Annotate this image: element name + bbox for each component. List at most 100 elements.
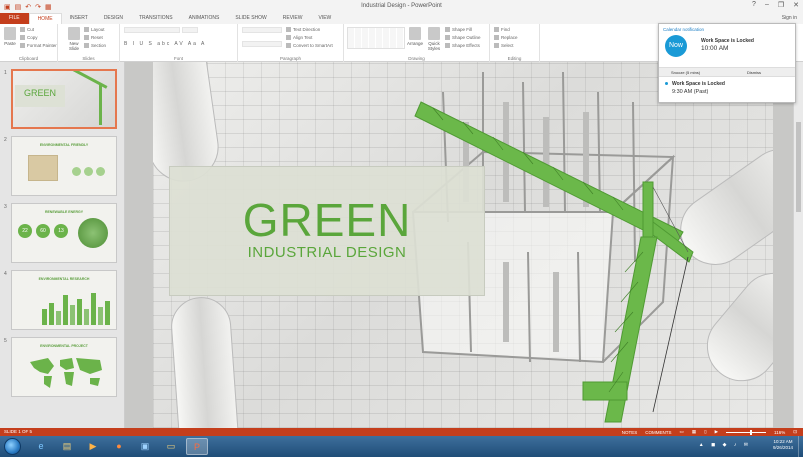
bullet-icon [665,82,668,85]
tab-file[interactable]: FILE [0,13,29,24]
shape-effects-button[interactable]: Shape Effects [445,43,480,49]
media-player-icon[interactable]: ▶ [82,438,104,455]
new-slide-button[interactable]: New Slide [66,27,82,51]
window-title: Industrial Design - PowerPoint [361,3,442,9]
comments-button[interactable]: COMMENTS [645,430,671,435]
close-button[interactable]: ✕ [793,1,799,9]
notification-item[interactable]: Work Space is Locked 9:30 AM (Past) [659,78,795,102]
slide-thumbnail-4[interactable]: ENVIRONMENTAL RESEARCH [11,270,117,330]
shape-outline-button[interactable]: Shape Outline [445,35,481,41]
zoom-slider[interactable] [726,429,767,435]
shape-outline-icon [445,35,450,41]
dismiss-button[interactable]: Dismiss [747,70,761,75]
font-format-icons[interactable]: B I U S abc AV Aa A [124,41,206,47]
clipboard-group: Paste Cut Copy Format Painter Clipboard [0,24,58,62]
file-explorer-icon[interactable]: ▤ [56,438,78,455]
layout-button[interactable]: Layout [84,27,105,33]
vertical-scrollbar[interactable] [793,62,803,428]
zoom-slider-knob[interactable] [750,429,753,435]
notes-button[interactable]: NOTES [622,430,638,435]
copy-button[interactable]: Copy [20,35,38,41]
help-button[interactable]: ? [752,1,756,9]
layout-icon [84,27,89,33]
scrollbar-thumb[interactable] [796,122,801,212]
font-name-select[interactable] [124,27,180,33]
tab-home[interactable]: HOME [28,13,62,24]
show-desktop-button[interactable] [798,436,803,457]
paragraph-group: Text Direction Align Text Convert to Sma… [238,24,344,62]
tab-review[interactable]: REVIEW [275,13,311,24]
slide-number: 4 [4,271,7,277]
slide-thumbnail-1[interactable]: GREEN [11,69,117,129]
firefox-icon[interactable]: ● [108,438,130,455]
shapes-gallery[interactable] [347,27,405,49]
stat-circle: 60 [36,224,50,238]
tab-insert[interactable]: INSERT [62,13,96,24]
normal-view-icon[interactable]: ▭ [680,429,684,435]
bullets-toolbar[interactable] [242,27,282,33]
slide-subtitle[interactable]: INDUSTRIAL DESIGN [170,244,484,261]
start-button[interactable] [4,438,21,455]
tab-animations[interactable]: ANIMATIONS [181,13,228,24]
thumb-title: ENVIRONMENTAL PROJECT [40,344,88,348]
find-icon [494,27,499,33]
font-size-select[interactable] [182,27,198,33]
folder-icon[interactable]: ▭ [160,438,182,455]
zoom-level[interactable]: 116% [774,430,785,435]
slide-sorter-icon[interactable]: ▦ [692,429,696,435]
slide-title[interactable]: GREEN [170,193,484,247]
text-direction-button[interactable]: Text Direction [286,27,320,33]
arrange-icon [409,27,421,40]
reset-button[interactable]: Reset [84,35,103,41]
shape-fill-button[interactable]: Shape Fill [445,27,472,33]
blueprint-roll-graphic [169,295,241,428]
house-graphic [28,155,58,181]
powerpoint-icon[interactable]: P [186,438,208,455]
slide-thumbnail-3[interactable]: RENEWABLE ENERGY 22 60 13 [11,203,117,263]
convert-smartart-button[interactable]: Convert to SmartArt [286,43,333,49]
drawing-group: Arrange Quick Styles Shape Fill Shape Ou… [344,24,490,62]
crane-graphic [72,71,108,89]
notification-time: 10:00 AM [701,45,729,52]
format-painter-icon [20,43,25,49]
cut-button[interactable]: Cut [20,27,34,33]
reading-view-icon[interactable]: ▯ [704,429,706,435]
font-group: B I U S abc AV Aa A Font [120,24,238,62]
tab-view[interactable]: VIEW [311,13,340,24]
stat-circle: 13 [54,224,68,238]
windows-taskbar: e ▤ ▶ ● ▣ ▭ P ▲ ◼ ◆ ♪ ✉ 10:22 AM 9/26/20… [0,436,803,457]
smartart-icon [286,43,291,49]
replace-button[interactable]: Replace [494,35,518,41]
alignment-toolbar[interactable] [242,41,282,47]
format-painter-button[interactable]: Format Painter [20,43,57,49]
section-button[interactable]: Section [84,43,106,49]
clock[interactable]: 10:22 AM 9/26/2014 [773,439,793,451]
maximize-button[interactable]: ❐ [778,1,784,9]
internet-explorer-icon[interactable]: e [30,438,52,455]
minimize-button[interactable]: – [765,1,769,9]
tab-slide-show[interactable]: SLIDE SHOW [227,13,274,24]
sign-in-link[interactable]: Sign in [782,15,797,21]
find-button[interactable]: Find [494,27,510,33]
quick-styles-button[interactable]: Quick Styles [426,27,442,51]
system-tray[interactable]: ▲ ◼ ◆ ♪ ✉ [699,442,751,448]
tab-design[interactable]: DESIGN [96,13,131,24]
slide-title-placeholder[interactable]: GREEN INDUSTRIAL DESIGN [169,166,485,296]
slide-number: 1 [4,70,7,76]
align-text-button[interactable]: Align Text [286,35,312,41]
paste-button[interactable]: Paste [2,27,18,46]
paragraph-group-label: Paragraph [279,56,301,61]
select-button[interactable]: Select [494,43,514,49]
slide-thumbnails-pane: 1 GREEN 2 ENVIRONMENTAL FRIENDLY 3 RENEW… [0,62,125,428]
font-group-label: Font [173,56,183,61]
arrange-button[interactable]: Arrange [407,27,423,46]
slideshow-icon[interactable]: ▶ [715,429,718,435]
current-slide[interactable]: GREEN INDUSTRIAL DESIGN [153,62,773,428]
snooze-button[interactable]: Snooze (5 mins) [671,70,700,75]
calendar-notification: Calendar notification Now Work Space is … [658,23,796,103]
app-icon[interactable]: ▣ [134,438,156,455]
fit-to-window-icon[interactable]: ⊡ [793,429,797,435]
tab-transitions[interactable]: TRANSITIONS [131,13,181,24]
slide-thumbnail-5[interactable]: ENVIRONMENTAL PROJECT [11,337,117,397]
slide-thumbnail-2[interactable]: ENVIRONMENTAL FRIENDLY [11,136,117,196]
